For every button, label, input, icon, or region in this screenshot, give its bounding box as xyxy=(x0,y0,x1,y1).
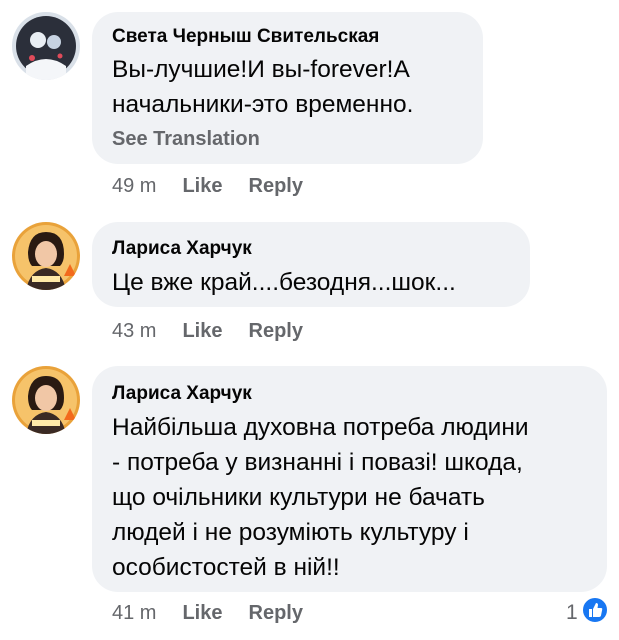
comment-author[interactable]: Света Черныш Свительская xyxy=(112,26,379,48)
comment-meta: 41 m Like Reply xyxy=(112,602,329,625)
reply-button[interactable]: Reply xyxy=(249,602,303,624)
reaction-summary[interactable]: 1 xyxy=(566,596,609,629)
comment-text: Це вже край....безодня...шок... xyxy=(112,269,456,296)
like-button[interactable]: Like xyxy=(182,320,222,342)
comment-text: Вы-лучшие!И вы-forever!А начальники-это … xyxy=(112,56,414,118)
comment-author[interactable]: Лариса Харчук xyxy=(112,383,252,405)
reply-button[interactable]: Reply xyxy=(249,320,303,342)
comment-text: Найбільша духовна потреба людини - потре… xyxy=(112,414,529,581)
comment-timestamp[interactable]: 41 m xyxy=(112,602,156,624)
thumbs-up-icon xyxy=(580,596,609,629)
avatar-image xyxy=(12,222,80,290)
like-button[interactable]: Like xyxy=(182,602,222,624)
see-translation-link[interactable]: See Translation xyxy=(112,128,260,151)
like-button[interactable]: Like xyxy=(182,175,222,197)
avatar[interactable] xyxy=(12,222,80,290)
avatar-image xyxy=(12,12,80,80)
reply-button[interactable]: Reply xyxy=(249,175,303,197)
comment-meta: 49 m Like Reply xyxy=(112,175,329,198)
comment-timestamp[interactable]: 49 m xyxy=(112,175,156,197)
avatar-image xyxy=(12,366,80,434)
comment-timestamp[interactable]: 43 m xyxy=(112,320,156,342)
avatar[interactable] xyxy=(12,366,80,434)
reaction-count: 1 xyxy=(566,600,578,624)
avatar[interactable] xyxy=(12,12,80,80)
comment-meta: 43 m Like Reply xyxy=(112,320,329,343)
comment-author[interactable]: Лариса Харчук xyxy=(112,238,252,260)
